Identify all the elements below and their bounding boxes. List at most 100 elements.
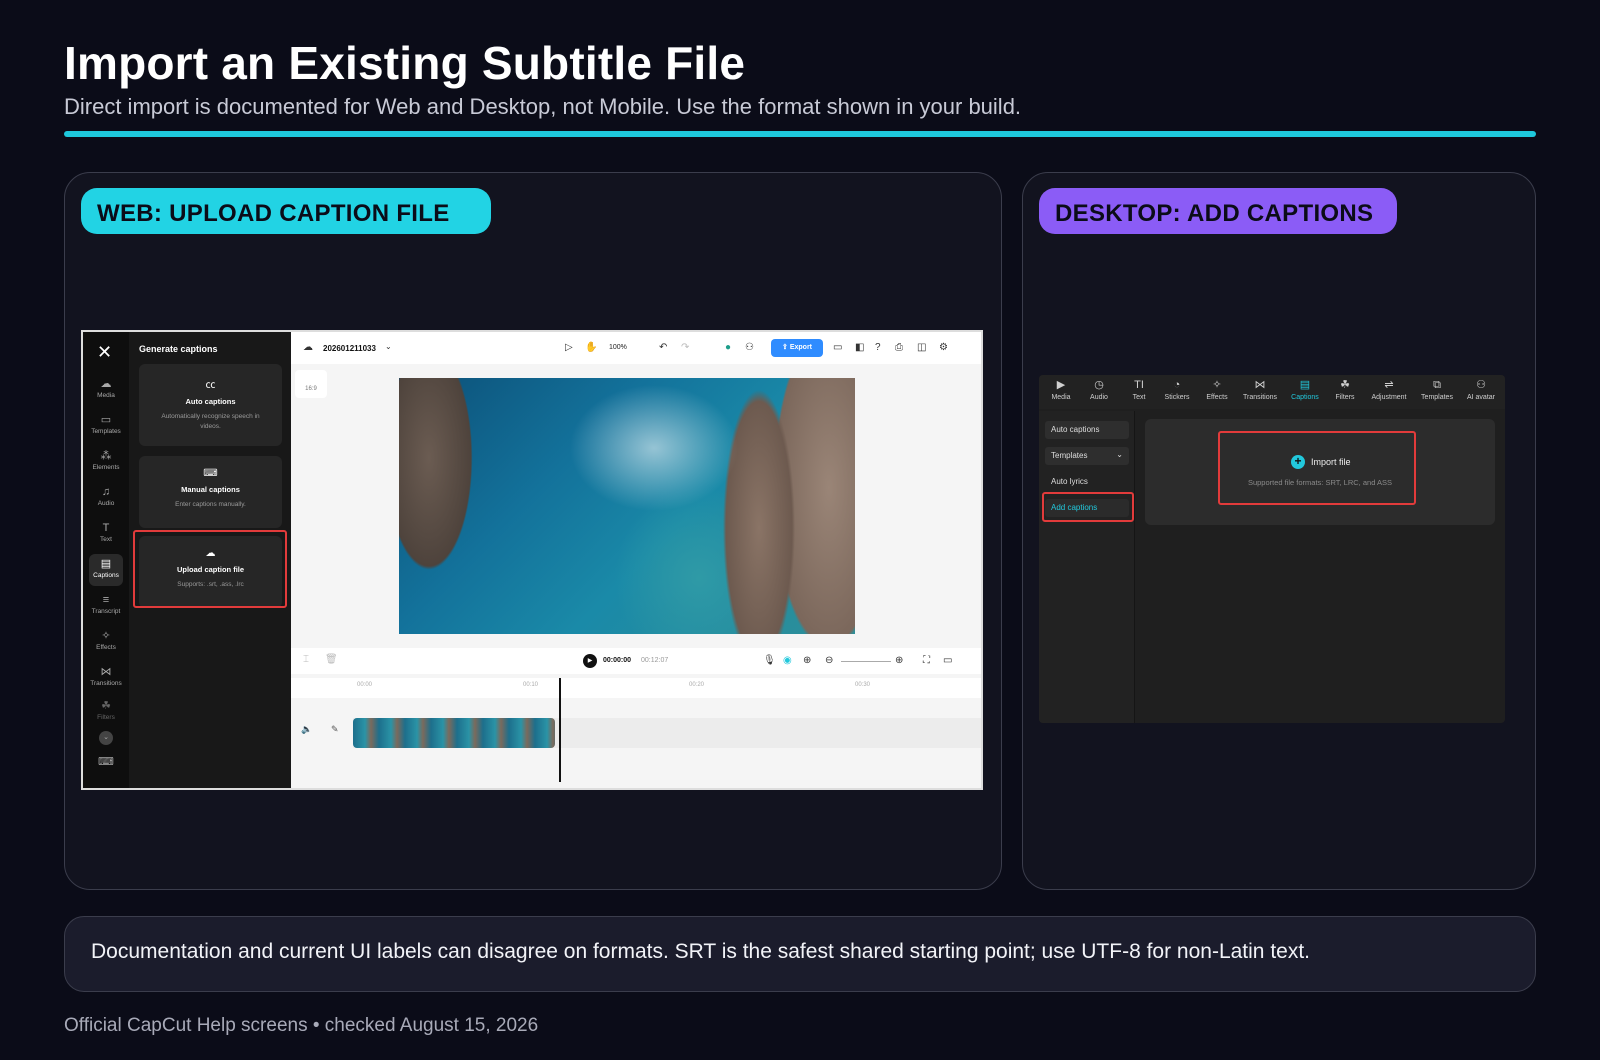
mic-icon[interactable]: 🎙 [763, 655, 776, 666]
filters-icon: ☘ [101, 700, 111, 712]
page-subtitle: Direct import is documented for Web and … [64, 94, 1022, 119]
timeline-ruler[interactable]: 00:00 00:10 00:20 00:30 [291, 678, 981, 698]
rail-item-templates[interactable]: ▭ Templates [83, 414, 129, 435]
upload-icon: ⇪ [782, 344, 788, 351]
project-name[interactable]: 202601211033 [323, 344, 376, 353]
share-user-icon[interactable]: ⚇ [745, 342, 754, 353]
text-icon: T [102, 522, 110, 534]
zoom-out-icon[interactable]: ⊖ [825, 655, 833, 666]
desktop-panel: DESKTOP: ADD CAPTIONS ▶ Media ◷ Audio TI Te… [1022, 172, 1536, 890]
video-preview [399, 378, 855, 634]
chevron-down-icon: ⌄ [1116, 450, 1123, 459]
present-icon[interactable]: ▭ [833, 342, 842, 353]
editor-topbar: ☁ 202601211033 ⌄ ▷ ✋ 100% ↶ ↷ ● ⚇ ⇪ Expo… [291, 332, 981, 364]
web-panel-label: WEB: UPLOAD CAPTION FILE [81, 188, 491, 234]
edit-icon[interactable]: ✎ [331, 724, 339, 735]
delete-icon[interactable]: 🗑 [325, 654, 338, 665]
format-note-text: Documentation and current UI labels can … [91, 940, 1311, 963]
desktop-tab-bar: ▶ Media ◷ Audio TI Text ◔ Stickers ✧ Effects … [1039, 375, 1505, 409]
adjustment-icon: ⇌ [1384, 379, 1394, 391]
audio-icon: ♫ [101, 486, 111, 498]
source-footer: Official CapCut Help screens • checked A… [64, 1015, 539, 1036]
rail-item-effects[interactable]: ✧ Effects [83, 630, 129, 651]
ai-icon[interactable]: ◉ [783, 655, 792, 666]
stickers-icon: ◔ [1173, 379, 1181, 391]
print-icon[interactable]: ⎙ [895, 342, 903, 353]
chevron-down-icon[interactable]: ⌄ [385, 342, 392, 351]
web-left-rail: ✕ ☁ Media ▭ Templates ⁂ Elements ♫ Audio T Te… [83, 332, 129, 788]
zoom-level[interactable]: 100% [609, 344, 627, 351]
rail-item-captions[interactable]: ▤ Captions [89, 554, 123, 586]
layout-icon[interactable]: ◧ [855, 342, 864, 353]
rail-item-transitions[interactable]: ⋈ Transitions [83, 666, 129, 687]
cloud-icon: ☁ [100, 378, 112, 390]
undo-icon[interactable]: ↶ [659, 342, 667, 353]
templates-icon: ⧉ [1433, 379, 1441, 391]
menu-auto-lyrics[interactable]: Auto lyrics [1045, 473, 1129, 491]
rail-expand-icon[interactable]: ⌄ [83, 726, 129, 745]
avatar-icon[interactable]: ● [725, 342, 731, 353]
settings-icon[interactable]: ⚙ [939, 342, 948, 353]
rail-item-elements[interactable]: ⁂ Elements [83, 450, 129, 471]
desktop-screenshot: ▶ Media ◷ Audio TI Text ◔ Stickers ✧ Effects … [1039, 375, 1505, 723]
tab-filters[interactable]: ☘ Filters [1323, 379, 1367, 401]
upload-card-highlight [133, 530, 287, 608]
tab-templates[interactable]: ⧉ Templates [1415, 379, 1459, 401]
web-screenshot: ✕ ☁ Media ▭ Templates ⁂ Elements ♫ Audio T Te… [81, 330, 983, 790]
volume-icon[interactable]: 🔈 [301, 724, 312, 735]
audio-icon: ◷ [1094, 379, 1104, 391]
hand-tool-icon[interactable]: ✋ [585, 342, 597, 353]
rail-item-audio[interactable]: ♫ Audio [83, 486, 129, 507]
manual-captions-card[interactable]: ⌨ Manual captions Enter captions manuall… [139, 456, 282, 528]
tab-ai-avatar[interactable]: ⚇ AI avatar [1459, 379, 1503, 401]
menu-templates[interactable]: Templates ⌄ [1045, 447, 1129, 465]
panels-icon[interactable]: ◫ [917, 342, 926, 353]
play-button[interactable]: ▶ [583, 654, 597, 668]
select-tool-icon[interactable]: ▷ [565, 342, 573, 353]
comment-icon[interactable]: ▭ [943, 655, 952, 666]
captions-icon: ▤ [100, 558, 112, 570]
tab-effects[interactable]: ✧ Effects [1195, 379, 1239, 401]
title-divider [64, 131, 1536, 137]
aspect-ratio-button[interactable]: 16:9 [295, 370, 327, 398]
keyboard-icon[interactable]: ⌨ [83, 756, 129, 768]
transitions-icon: ⋈ [1254, 379, 1266, 391]
add-captions-highlight [1042, 492, 1134, 522]
redo-icon[interactable]: ↷ [681, 342, 689, 353]
zoom-slider[interactable] [841, 661, 891, 662]
filters-icon: ☘ [1340, 379, 1350, 391]
player-controls: ⌶ 🗑 ▶ 00:00:00 00:12:07 🎙 ◉ ⊕ ⊖ ⊕ ⛶ ▭ [291, 648, 981, 674]
zoom-in-icon[interactable]: ⊕ [895, 655, 903, 666]
tab-adjustment[interactable]: ⇌ Adjustment [1365, 379, 1413, 401]
effects-icon: ✧ [1212, 379, 1222, 391]
tab-audio[interactable]: ◷ Audio [1077, 379, 1121, 401]
total-time: 00:12:07 [641, 657, 669, 664]
captions-icon: ▤ [1299, 379, 1311, 391]
snap-icon[interactable]: ⊕ [803, 655, 811, 666]
cloud-sync-icon: ☁ [303, 342, 313, 353]
keyboard-icon: ⌨ [203, 468, 218, 479]
current-time: 00:00:00 [603, 657, 632, 664]
format-note: Documentation and current UI labels can … [64, 916, 1536, 992]
auto-captions-card[interactable]: ㏄ Auto captions Automatically recognize … [139, 364, 282, 446]
export-button[interactable]: ⇪ Export [771, 339, 823, 357]
page-title: Import an Existing Subtitle File [64, 37, 746, 89]
playhead[interactable] [559, 678, 561, 782]
transitions-icon: ⋈ [100, 666, 112, 678]
tab-transitions[interactable]: ⋈ Transitions [1237, 379, 1283, 401]
menu-auto-captions[interactable]: Auto captions [1045, 421, 1129, 439]
tab-stickers[interactable]: ◔ Stickers [1155, 379, 1199, 401]
side-panel-title: Generate captions [139, 344, 218, 354]
help-icon[interactable]: ? [875, 342, 881, 353]
rail-item-filters[interactable]: ☘ Filters [83, 700, 129, 721]
video-clip[interactable] [353, 718, 555, 748]
captions-menu: Auto captions Templates ⌄ Auto lyrics Add… [1039, 411, 1135, 723]
rail-item-transcript[interactable]: ≡ Transcript [83, 594, 129, 615]
import-drop-zone[interactable]: + Import file Supported file formats: SR… [1145, 419, 1495, 525]
fullscreen-icon[interactable]: ⛶ [923, 655, 930, 666]
split-icon[interactable]: ⌶ [303, 654, 309, 665]
templates-icon: ▭ [100, 414, 112, 426]
rail-item-media[interactable]: ☁ Media [83, 378, 129, 399]
tab-captions[interactable]: ▤ Captions [1283, 379, 1327, 401]
rail-item-text[interactable]: T Text [83, 522, 129, 543]
